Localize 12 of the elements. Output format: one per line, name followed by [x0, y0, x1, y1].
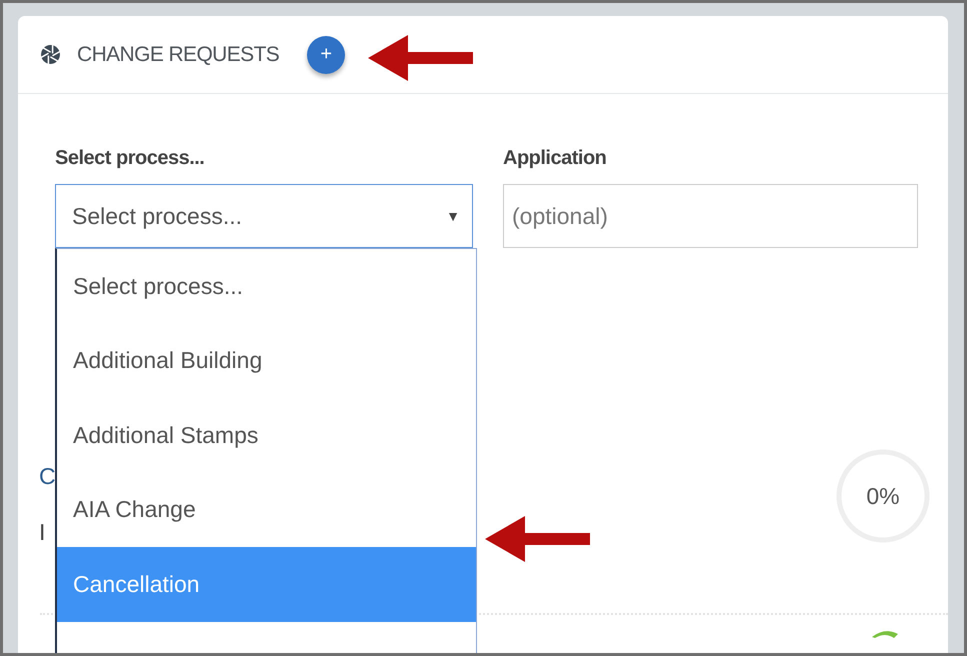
aperture-icon — [40, 44, 61, 65]
field-label: Application — [503, 146, 608, 170]
field-label: Select process... — [55, 146, 206, 170]
partial-text: C — [39, 463, 56, 490]
panel-title: CHANGE REQUESTS — [77, 42, 280, 66]
partial-ring-icon — [870, 628, 900, 638]
partial-text: I — [39, 519, 46, 546]
application-input[interactable]: (optional) — [503, 184, 918, 248]
process-select[interactable]: Select process... ▼ — [55, 184, 473, 248]
caret-icon: ▼ — [446, 208, 460, 224]
add-button[interactable]: + — [307, 36, 346, 74]
progress-reading: 0% — [865, 482, 901, 510]
